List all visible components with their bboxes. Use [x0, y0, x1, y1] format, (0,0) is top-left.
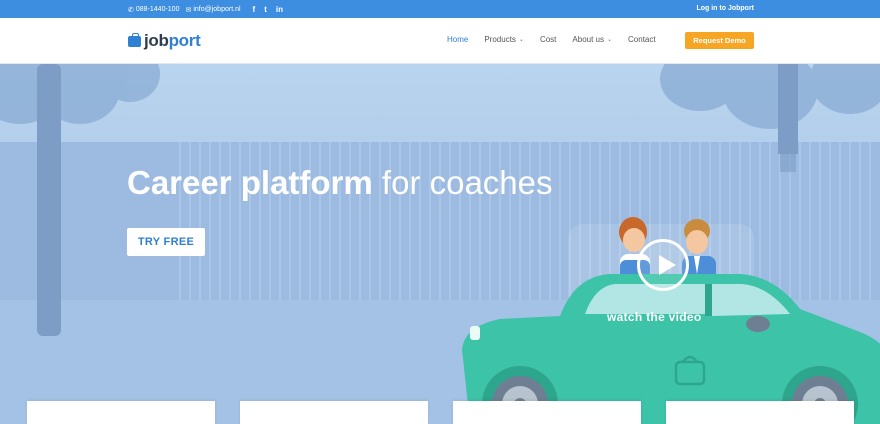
hero-headline: Career platform for coaches	[127, 164, 553, 202]
contact-info: ✆ 088-1440-100 ✉ info@jobport.nl f t in	[128, 5, 283, 14]
hero-section: Career platform for coaches TRY FREE wat…	[0, 64, 880, 424]
tree-trunk	[778, 64, 798, 154]
nav-contact-label: Contact	[628, 35, 656, 44]
nav-about-us[interactable]: About us ⌄	[572, 35, 612, 44]
jobport-logo[interactable]: jobport	[128, 31, 201, 51]
facebook-icon[interactable]: f	[253, 5, 256, 14]
nav-cost[interactable]: Cost	[540, 35, 556, 44]
nav-products[interactable]: Products ⌄	[484, 35, 524, 44]
nav-products-label: Products	[484, 35, 516, 44]
headline-bold: Career platform	[127, 164, 373, 201]
watch-video-link[interactable]: watch the video	[607, 310, 702, 324]
try-free-button[interactable]: TRY FREE	[127, 228, 205, 256]
phone-number: 088-1440-100	[135, 6, 180, 13]
top-bar: ✆ 088-1440-100 ✉ info@jobport.nl f t in …	[0, 0, 880, 18]
phone-icon: ✆	[128, 6, 134, 14]
nav-cost-label: Cost	[539, 35, 557, 44]
phone-contact[interactable]: ✆ 088-1440-100	[128, 6, 179, 14]
logo-text-part1: job	[144, 31, 169, 50]
email-address: info@jobport.nl	[193, 6, 241, 13]
nav-home-label: Home	[447, 35, 469, 44]
email-contact[interactable]: ✉ info@jobport.nl	[185, 6, 240, 14]
briefcase-icon	[128, 32, 141, 47]
headline-rest: for coaches	[372, 164, 553, 201]
feature-card	[240, 401, 428, 424]
login-link[interactable]: Log in to Jobport	[696, 5, 754, 12]
logo-text-part2: port	[168, 31, 201, 50]
chevron-down-icon: ⌄	[518, 37, 524, 43]
play-video-icon[interactable]	[637, 239, 689, 291]
tree-trunk	[37, 64, 61, 336]
feature-card	[666, 401, 854, 424]
request-demo-button[interactable]: Request Demo	[685, 32, 754, 49]
chevron-down-icon: ⌄	[606, 37, 613, 43]
twitter-icon[interactable]: t	[264, 5, 267, 14]
nav-home[interactable]: Home	[447, 35, 468, 44]
main-nav: Home Products ⌄ Cost About us ⌄ Contact	[447, 35, 672, 44]
feature-card	[27, 401, 215, 424]
mail-icon: ✉	[185, 6, 192, 14]
nav-about-label: About us	[572, 35, 604, 44]
logo-text: jobport	[144, 31, 201, 51]
social-links: f t in	[253, 5, 283, 14]
nav-contact[interactable]: Contact	[628, 35, 656, 44]
feature-card	[453, 401, 641, 424]
tree-canopies	[0, 64, 880, 129]
tree-trunk-base	[780, 154, 796, 172]
linkedin-icon[interactable]: in	[276, 5, 283, 14]
site-header: jobport Home Products ⌄ Cost About us ⌄ Co…	[0, 18, 880, 64]
